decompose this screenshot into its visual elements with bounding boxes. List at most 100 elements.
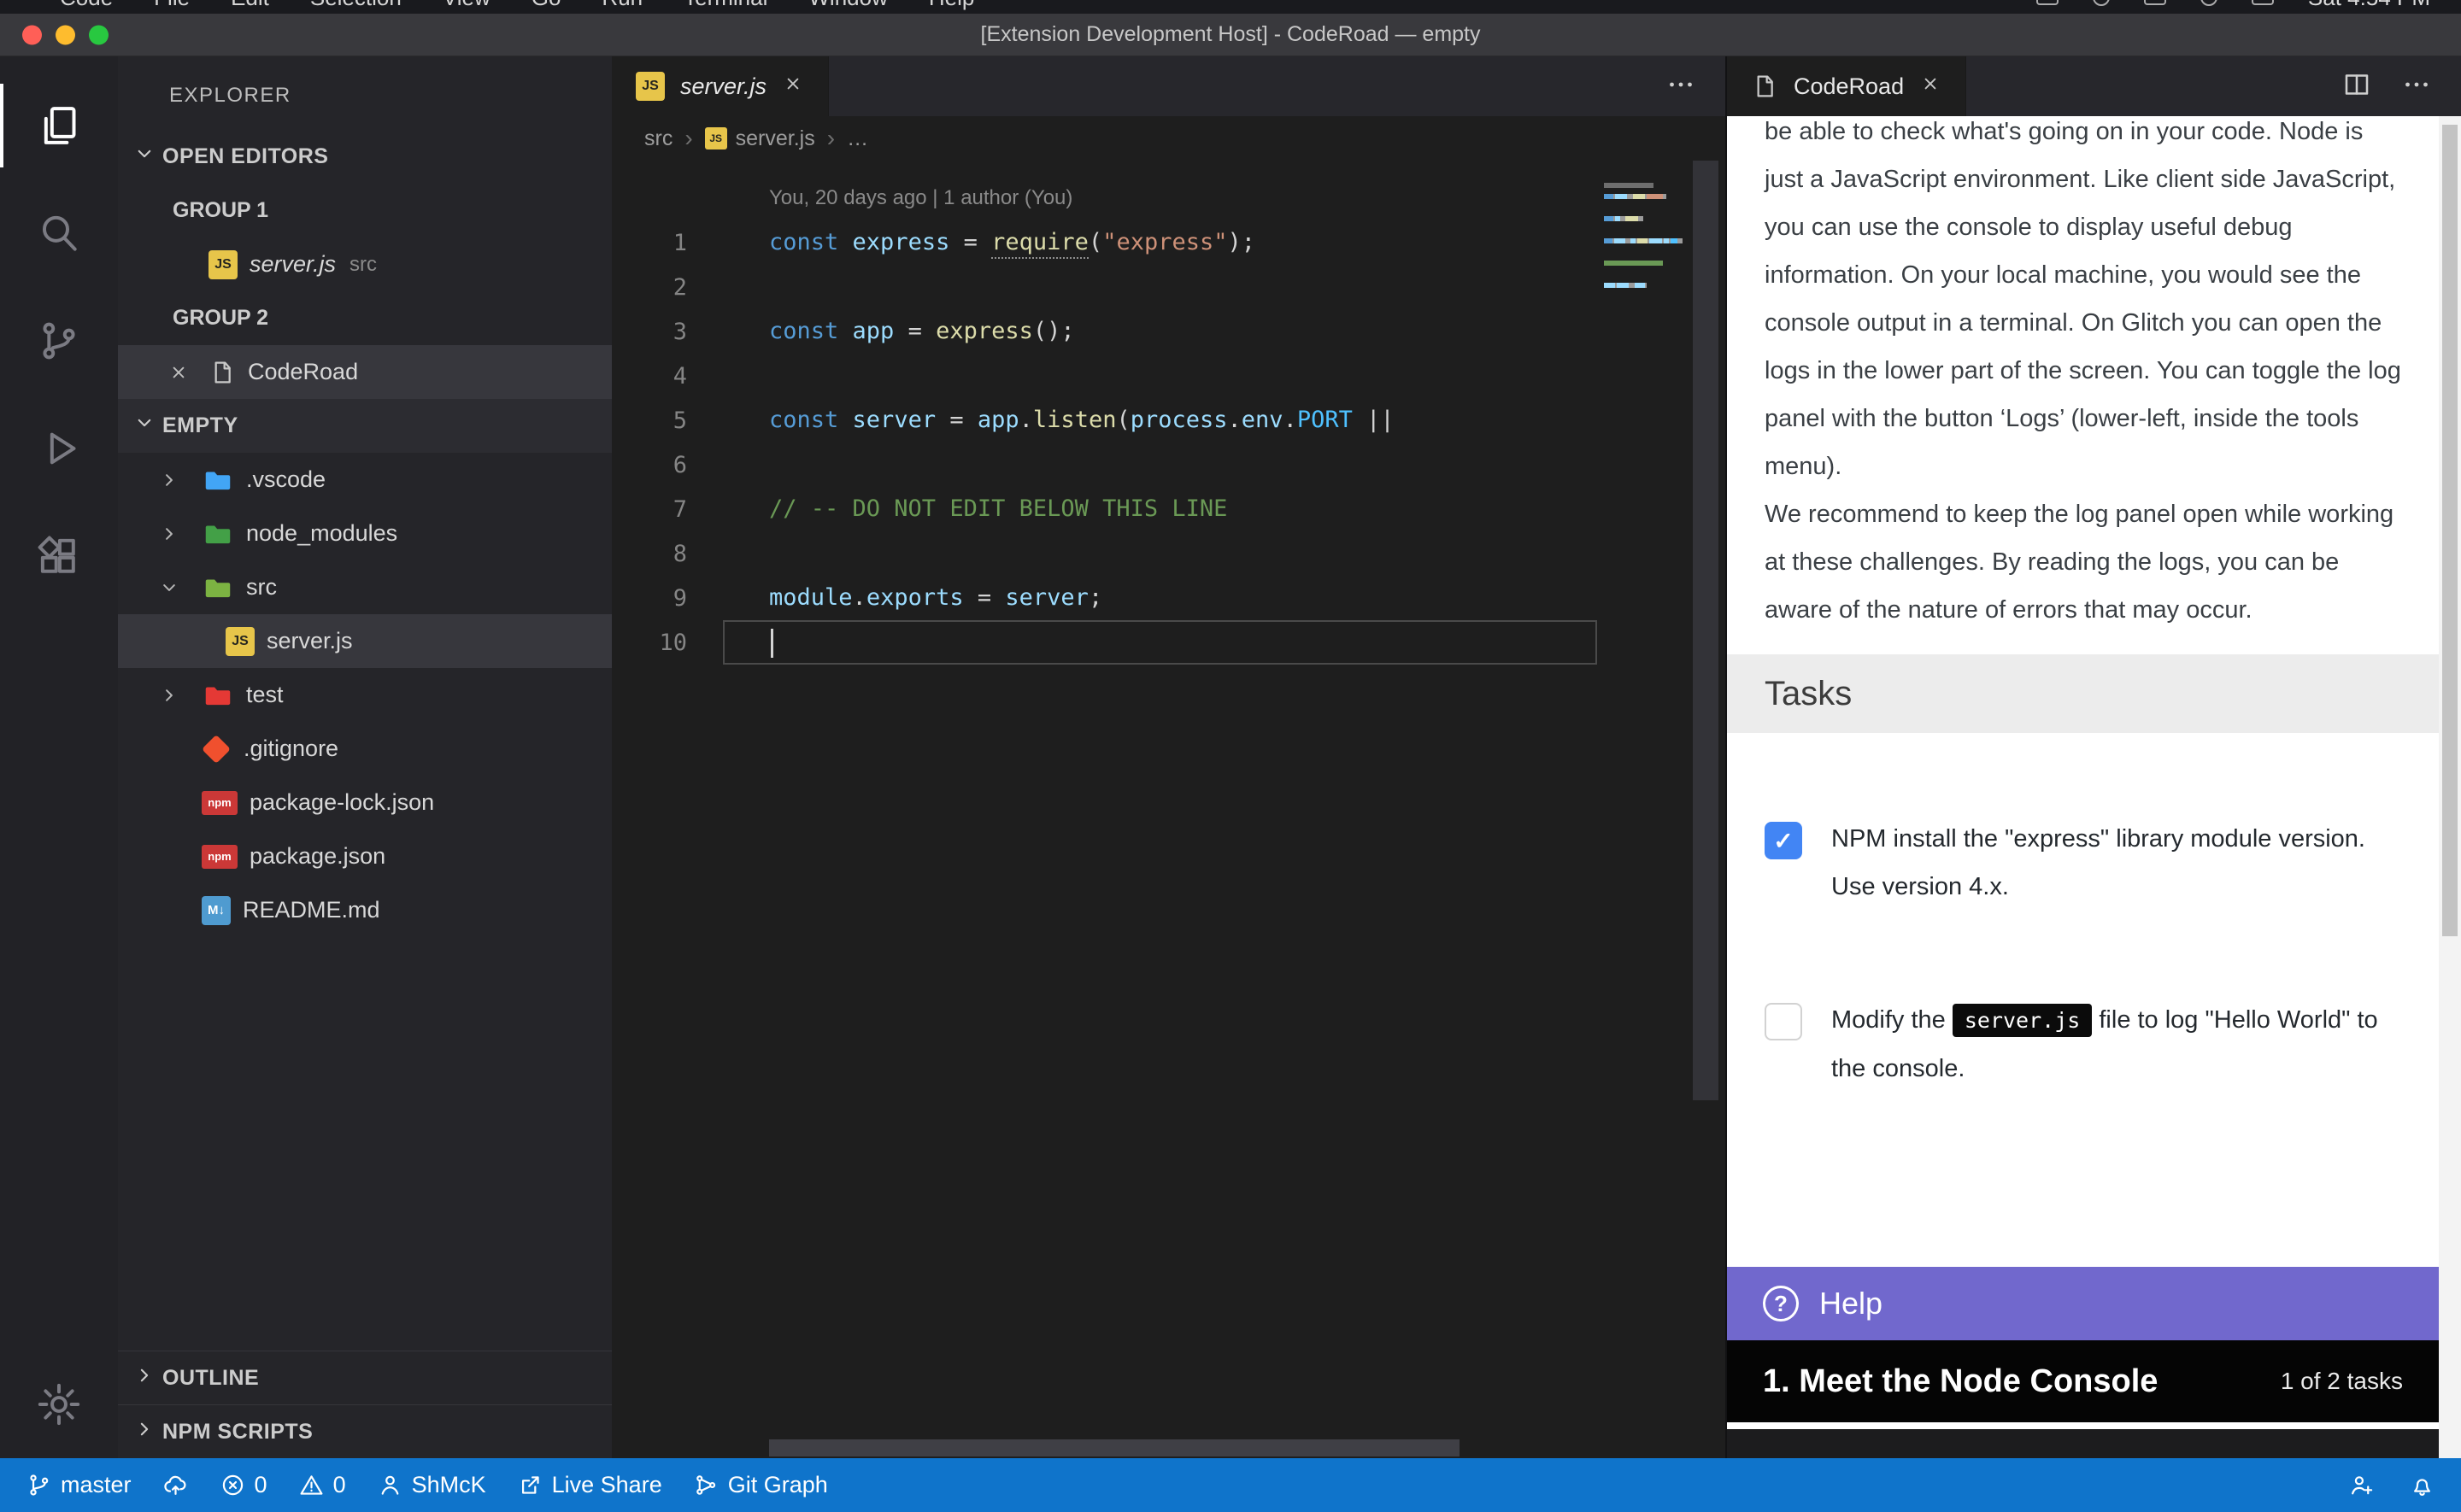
editor-group: JS server.js src›JSserver.js›… You, 20 d…: [612, 56, 1725, 1458]
section-npm-scripts[interactable]: NPM SCRIPTS: [118, 1404, 612, 1458]
close-tab-icon[interactable]: [782, 73, 804, 101]
tree-item-server-js[interactable]: JS server.js: [118, 614, 612, 668]
tree-item-test[interactable]: test: [118, 668, 612, 722]
code-line-2: 2: [612, 265, 1725, 309]
status-errors[interactable]: 0: [220, 1472, 267, 1498]
tree-item-package-json[interactable]: npm package.json: [118, 829, 612, 883]
breadcrumb-more[interactable]: …: [847, 126, 868, 151]
menubar-status-icon: [2200, 0, 2217, 6]
editor-horizontal-scrollbar[interactable]: [723, 1439, 1683, 1456]
activity-settings[interactable]: [0, 1351, 118, 1458]
menu-help[interactable]: Help: [929, 0, 974, 11]
section-label: OUTLINE: [162, 1366, 259, 1391]
status-publish-changes[interactable]: [162, 1472, 189, 1498]
activity-explorer[interactable]: [0, 72, 118, 179]
activity-source-control[interactable]: [0, 287, 118, 395]
status-warnings[interactable]: 0: [298, 1472, 346, 1498]
section-empty[interactable]: EMPTY: [118, 399, 612, 453]
inline-code: server.js: [1953, 1004, 2092, 1037]
macos-menubar: Code File Edit Selection View Go Run Terminal Wi…: [0, 0, 2461, 14]
status-notifications[interactable]: [2409, 1472, 2435, 1498]
editor-vertical-scrollbar[interactable]: [1686, 161, 1725, 1439]
menu-view[interactable]: View: [443, 0, 490, 11]
minimize-window-button[interactable]: [56, 25, 75, 44]
tree-item-src[interactable]: src: [118, 560, 612, 614]
menu-edit[interactable]: Edit: [231, 0, 269, 11]
status-branch-master[interactable]: master: [26, 1472, 132, 1498]
coderoad-webview: be able to check what's going on in your…: [1727, 116, 2439, 1458]
panel-body: be able to check what's going on in your…: [1727, 116, 2461, 1458]
help-accordion[interactable]: ? Help: [1727, 1267, 2439, 1340]
minimap[interactable]: [1604, 183, 1683, 305]
npm-icon: npm: [202, 845, 238, 869]
zoom-window-button[interactable]: [89, 25, 109, 44]
status-live-share-contacts[interactable]: [2348, 1472, 2375, 1498]
window-title: [Extension Development Host] - CodeRoad …: [981, 22, 1481, 47]
js-file-icon: JS: [636, 72, 665, 101]
line-number: 6: [612, 452, 723, 478]
task-checkbox[interactable]: ✓: [1765, 822, 1802, 859]
close-tab-icon[interactable]: [1919, 73, 1941, 101]
menu-selection[interactable]: Selection: [310, 0, 402, 11]
split-editor-icon[interactable]: [2341, 69, 2372, 104]
code-editor[interactable]: You, 20 days ago | 1 author (You) 1 cons…: [612, 161, 1725, 1458]
tree-item-readme-md[interactable]: M↓ README.md: [118, 883, 612, 937]
webview-scrollbar[interactable]: [2439, 116, 2461, 1458]
file-name: test: [246, 682, 284, 708]
lesson-bar[interactable]: 1. Meet the Node Console 1 of 2 tasks: [1727, 1340, 2439, 1422]
line-number: 1: [612, 230, 723, 256]
src-folder-icon: [202, 571, 234, 604]
task-checkbox[interactable]: [1765, 1003, 1802, 1040]
file-name: src: [246, 574, 277, 601]
file-name: .gitignore: [244, 735, 338, 762]
close-window-button[interactable]: [22, 25, 42, 44]
lesson-paragraph: We recommend to keep the log panel open …: [1765, 490, 2405, 634]
status-live-share[interactable]: Live Share: [517, 1472, 662, 1498]
chevron-down-icon: [132, 141, 157, 173]
scrollbar-thumb[interactable]: [1693, 161, 1718, 1100]
text-cursor: [771, 629, 773, 658]
code-line-8: 8: [612, 531, 1725, 576]
status-account-shmck[interactable]: ShMcK: [377, 1472, 486, 1498]
tree-item-node-modules[interactable]: node_modules: [118, 507, 612, 560]
tree-item-gitignore[interactable]: .gitignore: [118, 722, 612, 776]
more-actions-icon[interactable]: [1665, 69, 1696, 104]
menu-go[interactable]: Go: [532, 0, 561, 11]
tree-item-package-lock-json[interactable]: npm package-lock.json: [118, 776, 612, 829]
menu-code[interactable]: Code: [60, 0, 113, 11]
section-open-editors[interactable]: OPEN EDITORS: [118, 130, 612, 184]
line-number: 7: [612, 496, 723, 523]
menu-window[interactable]: Window: [808, 0, 887, 11]
open-editor-coderoad[interactable]: CodeRoad: [118, 345, 612, 399]
close-editor-icon[interactable]: [167, 361, 209, 384]
activity-extensions[interactable]: [0, 502, 118, 610]
file-name: package.json: [250, 843, 385, 870]
js-file-icon: JS: [705, 127, 727, 149]
task-item-2: Modify the server.js file to log "Hello …: [1765, 996, 2401, 1093]
status-git-graph[interactable]: Git Graph: [693, 1472, 828, 1498]
scrollbar-thumb[interactable]: [769, 1439, 1460, 1456]
status-bar-left: master 0 0 ShMcK Live Share Git Graph: [26, 1472, 859, 1498]
code-line-10: 10: [612, 620, 1725, 665]
breadcrumb-src[interactable]: src: [644, 126, 673, 151]
tab-server-js[interactable]: JS server.js: [612, 56, 829, 116]
activity-run-debug[interactable]: [0, 395, 118, 502]
menu-file[interactable]: File: [154, 0, 190, 11]
code-line-9: 9 module.exports = server;: [612, 576, 1725, 620]
menu-run[interactable]: Run: [602, 0, 643, 11]
more-actions-icon[interactable]: [2401, 69, 2432, 104]
lesson-title: 1. Meet the Node Console: [1763, 1363, 2158, 1400]
tree-item-vscode[interactable]: .vscode: [118, 453, 612, 507]
line-number: 2: [612, 274, 723, 301]
menubar-clock: Sat 4:54 PM: [2308, 0, 2430, 11]
section-outline[interactable]: OUTLINE: [118, 1351, 612, 1404]
file-name: node_modules: [246, 520, 397, 547]
menu-terminal[interactable]: Terminal: [684, 0, 767, 11]
scrollbar-thumb[interactable]: [2442, 125, 2458, 936]
lesson-paragraph: be able to check what's going on in your…: [1765, 108, 2405, 490]
section-label: EMPTY: [162, 413, 238, 438]
activity-search[interactable]: [0, 179, 118, 287]
code-lines: You, 20 days ago | 1 author (You) 1 cons…: [612, 176, 1725, 665]
breadcrumb-server-js[interactable]: JSserver.js: [705, 126, 815, 151]
open-editor-server-js[interactable]: JS server.js src: [118, 237, 612, 291]
